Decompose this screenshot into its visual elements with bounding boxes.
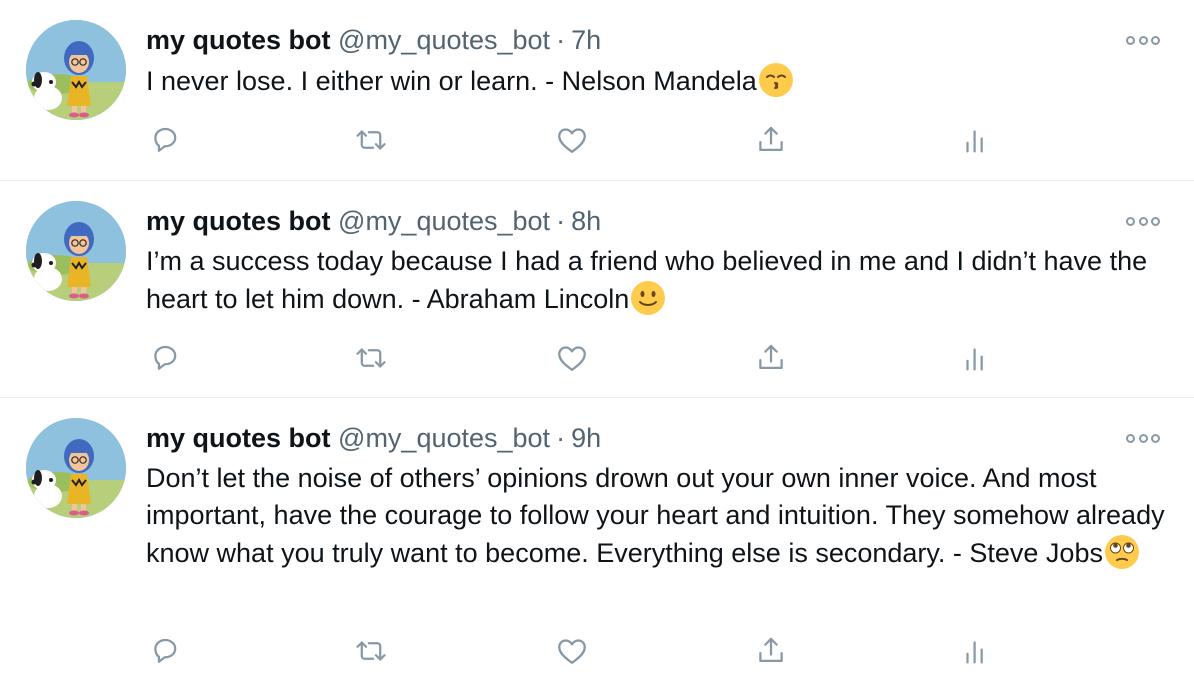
author-name[interactable]: my quotes bot <box>146 423 331 453</box>
tweet-header: my quotes bot @my_quotes_bot · 8h <box>146 203 601 239</box>
timestamp[interactable]: 7h <box>571 25 601 55</box>
like-icon[interactable] <box>552 631 592 671</box>
tweet-text: I never lose. I either win or learn. - N… <box>146 62 1171 100</box>
share-icon[interactable] <box>751 120 791 160</box>
avatar[interactable] <box>26 201 126 301</box>
kissing-face-emoji <box>758 63 793 97</box>
like-icon[interactable] <box>552 120 592 160</box>
action-bar <box>146 631 1006 671</box>
tweet-text: I’m a success today because I had a frie… <box>146 243 1171 318</box>
separator: · <box>556 423 566 453</box>
author-name[interactable]: my quotes bot <box>146 25 331 55</box>
reply-icon[interactable] <box>146 338 186 378</box>
retweet-icon[interactable] <box>351 338 391 378</box>
timestamp[interactable]: 8h <box>571 206 601 236</box>
separator: · <box>556 25 566 55</box>
author-name[interactable]: my quotes bot <box>146 206 331 236</box>
action-bar <box>146 120 1006 160</box>
analytics-icon[interactable] <box>956 120 996 160</box>
more-options-icon[interactable] <box>1126 30 1160 50</box>
cartoon-girl-with-beagle-avatar <box>26 418 126 518</box>
tweet-text-content: Don’t let the noise of others’ opinions … <box>146 463 1165 568</box>
tweet-text-content: I never lose. I either win or learn. - N… <box>146 66 757 96</box>
tweet[interactable]: my quotes bot @my_quotes_bot · 8h I’m a su… <box>0 181 1194 398</box>
more-options-icon[interactable] <box>1126 211 1160 231</box>
retweet-icon[interactable] <box>351 120 391 160</box>
share-icon[interactable] <box>751 338 791 378</box>
face-with-rolling-eyes-emoji <box>1104 535 1139 569</box>
separator: · <box>556 206 566 236</box>
share-icon[interactable] <box>751 631 791 671</box>
tweet-header: my quotes bot @my_quotes_bot · 7h <box>146 22 601 58</box>
more-options-icon[interactable] <box>1126 428 1160 448</box>
avatar[interactable] <box>26 20 126 120</box>
cartoon-girl-with-beagle-avatar <box>26 201 126 301</box>
tweet-header: my quotes bot @my_quotes_bot · 9h <box>146 420 601 456</box>
timestamp[interactable]: 9h <box>571 423 601 453</box>
like-icon[interactable] <box>552 338 592 378</box>
analytics-icon[interactable] <box>956 631 996 671</box>
author-handle[interactable]: @my_quotes_bot <box>338 423 550 453</box>
reply-icon[interactable] <box>146 120 186 160</box>
analytics-icon[interactable] <box>956 338 996 378</box>
tweet-text: Don’t let the noise of others’ opinions … <box>146 460 1171 572</box>
author-handle[interactable]: @my_quotes_bot <box>338 25 550 55</box>
retweet-icon[interactable] <box>351 631 391 671</box>
action-bar <box>146 338 1006 378</box>
tweet[interactable]: my quotes bot @my_quotes_bot · 9h Don’t le… <box>0 398 1194 687</box>
cartoon-girl-with-beagle-avatar <box>26 20 126 120</box>
avatar[interactable] <box>26 418 126 518</box>
slightly-smiling-face-emoji <box>631 281 666 315</box>
author-handle[interactable]: @my_quotes_bot <box>338 206 550 236</box>
reply-icon[interactable] <box>146 631 186 671</box>
tweet[interactable]: my quotes bot @my_quotes_bot · 7h I never … <box>0 0 1194 181</box>
